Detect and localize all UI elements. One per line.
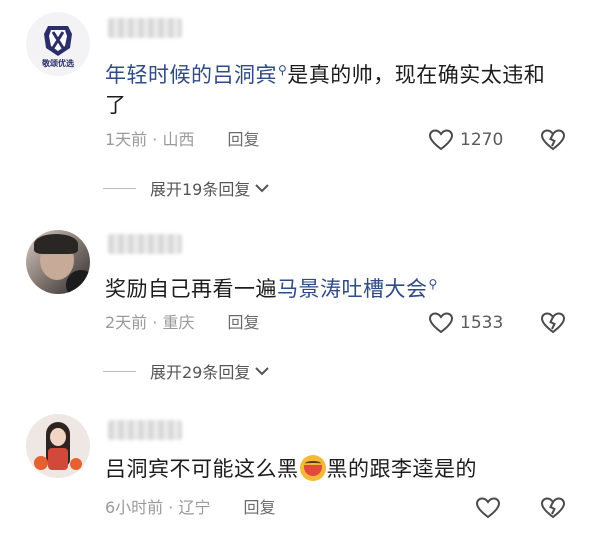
divider	[103, 187, 136, 189]
like-count: 1533	[460, 313, 504, 333]
search-link[interactable]: 马景涛吐槽大会	[277, 277, 428, 301]
reply-button[interactable]: 回复	[244, 498, 276, 517]
avatar[interactable]	[26, 230, 90, 294]
heart-outline-icon	[475, 497, 501, 519]
username-blurred[interactable]	[108, 234, 182, 254]
time-location: 2天前 · 重庆	[105, 313, 195, 332]
like-button[interactable]: 1533	[428, 311, 503, 335]
heart-outline-icon	[428, 129, 454, 151]
avatar-hair	[34, 234, 78, 254]
time-location: 6小时前 · 辽宁	[105, 498, 211, 517]
avatar-figure-body	[48, 448, 68, 470]
search-link[interactable]: 年轻时候的吕洞宾	[105, 63, 277, 87]
reply-button[interactable]: 回复	[228, 313, 260, 332]
avatar[interactable]: 敬颂优选	[26, 12, 90, 76]
comment-text: 年轻时候的吕洞宾⚲是真的帅，现在确实太违和了	[105, 63, 546, 117]
time-location: 1天前 · 山西	[105, 130, 195, 149]
username-blurred[interactable]	[108, 420, 182, 440]
username-blurred[interactable]	[108, 18, 182, 38]
avatar-shadow	[66, 270, 90, 294]
search-icon[interactable]: ⚲	[278, 63, 287, 77]
divider	[103, 370, 136, 372]
like-count: 1270	[460, 130, 504, 150]
chevron-down-icon	[255, 184, 270, 193]
broken-heart-icon[interactable]	[540, 128, 566, 152]
avatar[interactable]	[26, 414, 90, 478]
like-button[interactable]: 1270	[428, 128, 503, 152]
comment-text: 奖励自己再看一遍马景涛吐槽大会⚲	[105, 277, 438, 301]
broken-heart-icon[interactable]	[540, 311, 566, 335]
like-button[interactable]	[475, 496, 507, 520]
avatar-fruit	[34, 456, 48, 470]
expand-replies[interactable]: 展开29条回复	[103, 359, 270, 383]
reply-button[interactable]: 回复	[228, 130, 260, 149]
comment-meta: 2天前 · 重庆 回复	[105, 311, 260, 335]
expand-replies[interactable]: 展开19条回复	[103, 176, 270, 200]
comment-text: 吕洞宾不可能这么黑 黑的跟李逵是的	[105, 455, 477, 481]
comment-meta: 6小时前 · 辽宁 回复	[105, 496, 276, 520]
heart-outline-icon	[428, 312, 454, 334]
avatar-fruit	[70, 458, 82, 470]
broken-heart-icon[interactable]	[540, 496, 566, 520]
chevron-down-icon	[255, 367, 270, 376]
comment-meta: 1天前 · 山西 回复	[105, 128, 260, 152]
laughing-emoji-icon	[299, 455, 326, 481]
avatar-figure-face	[50, 428, 66, 446]
search-icon[interactable]: ⚲	[429, 277, 438, 291]
avatar-badge: 敬颂优选	[42, 59, 74, 68]
